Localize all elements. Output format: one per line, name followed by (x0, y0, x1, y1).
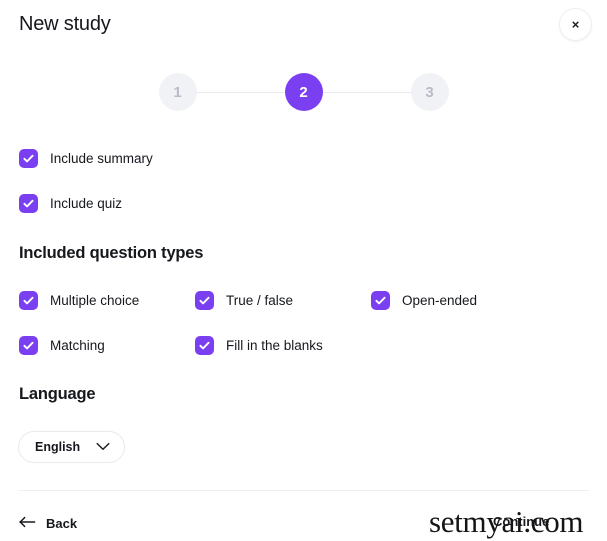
question-types-row-2: Matching Fill in the blanks (19, 335, 579, 355)
page-title: New study (19, 13, 111, 35)
open-ended-label: Open-ended (402, 292, 478, 308)
question-type-matching[interactable]: Matching (19, 335, 195, 355)
new-study-modal: New study × 1 2 3 Include summary Includ… (0, 0, 607, 541)
multiple-choice-checkbox[interactable] (19, 290, 38, 310)
modal-header: New study × (0, 0, 607, 56)
stepper-step-1-label: 1 (173, 83, 182, 101)
question-types-grid: Multiple choice True / false Open-ended (19, 290, 579, 380)
continue-button-label: Continue (493, 514, 550, 529)
back-button[interactable]: Back (19, 515, 77, 533)
multiple-choice-label: Multiple choice (50, 292, 140, 308)
chevron-down-icon (96, 438, 110, 456)
question-types-row-1: Multiple choice True / false Open-ended (19, 290, 579, 310)
stepper-connector-1 (196, 91, 285, 93)
close-button[interactable]: × (559, 8, 592, 41)
true-false-label: True / false (226, 292, 294, 308)
stepper: 1 2 3 (0, 72, 607, 112)
fill-in-the-blanks-checkbox[interactable] (195, 335, 214, 355)
question-type-multiple-choice[interactable]: Multiple choice (19, 290, 195, 310)
language-select-value: English (35, 440, 81, 454)
arrow-left-icon (19, 515, 36, 533)
stepper-step-2-label: 2 (299, 83, 308, 101)
stepper-connector-2 (322, 91, 411, 93)
include-quiz-row[interactable]: Include quiz (19, 194, 122, 213)
include-summary-row[interactable]: Include summary (19, 149, 153, 168)
stepper-step-2[interactable]: 2 (284, 73, 323, 111)
matching-checkbox[interactable] (19, 335, 38, 355)
include-quiz-label: Include quiz (50, 196, 123, 211)
question-type-true-false[interactable]: True / false (195, 290, 371, 310)
question-type-open-ended[interactable]: Open-ended (371, 290, 547, 310)
stepper-step-3-label: 3 (425, 83, 434, 101)
stepper-step-1[interactable]: 1 (158, 73, 197, 111)
back-button-label: Back (46, 516, 78, 531)
stepper-step-3[interactable]: 3 (410, 73, 449, 111)
include-quiz-checkbox[interactable] (19, 194, 38, 213)
true-false-checkbox[interactable] (195, 290, 214, 310)
close-icon: × (571, 17, 580, 32)
fill-in-the-blanks-label: Fill in the blanks (226, 337, 323, 353)
question-type-fill-in-the-blanks[interactable]: Fill in the blanks (195, 335, 371, 355)
question-types-heading: Included question types (19, 244, 204, 262)
continue-button[interactable]: Continue (493, 513, 549, 531)
include-summary-label: Include summary (50, 151, 153, 166)
include-summary-checkbox[interactable] (19, 149, 38, 168)
matching-label: Matching (50, 337, 105, 353)
language-heading: Language (19, 385, 96, 403)
footer-divider (18, 490, 589, 491)
language-select[interactable]: English (18, 431, 126, 463)
open-ended-checkbox[interactable] (371, 290, 390, 310)
